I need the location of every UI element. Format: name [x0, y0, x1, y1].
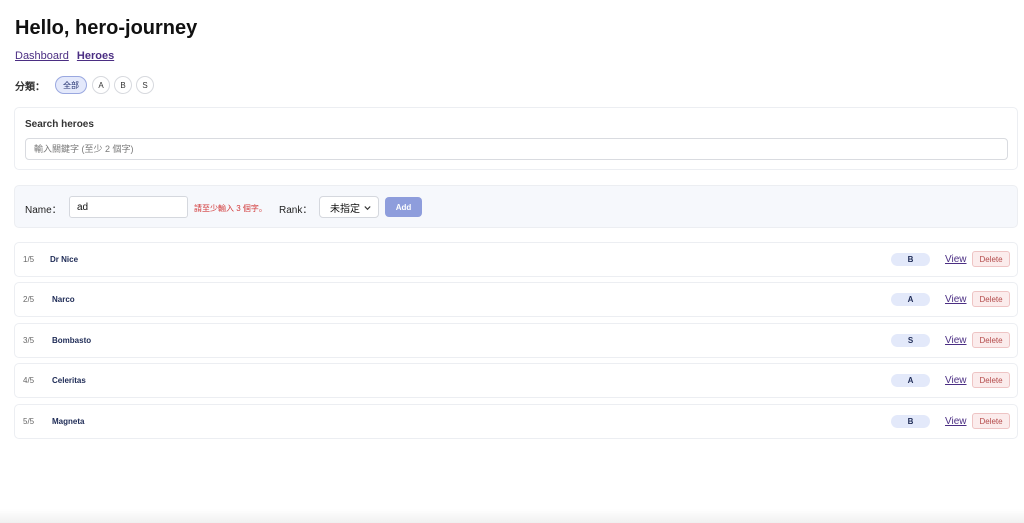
hero-row: 4/5 Celeritas A View Delete [14, 363, 1018, 398]
hero-row: 2/5 Narco A View Delete [14, 282, 1018, 317]
delete-button[interactable]: Delete [972, 372, 1010, 388]
hero-name: Celeritas [52, 376, 86, 385]
filter-chip-s[interactable]: S [136, 76, 154, 94]
view-link[interactable]: View [945, 335, 967, 346]
search-label: Search heroes [25, 119, 94, 130]
hero-name: Dr Nice [50, 255, 79, 264]
name-input[interactable] [69, 196, 188, 218]
hero-name: Magneta [52, 417, 85, 426]
hero-index: 1/5 [23, 255, 35, 264]
hero-name: Bombasto [52, 336, 92, 345]
search-input[interactable] [25, 138, 1008, 160]
view-link[interactable]: View [945, 375, 967, 386]
hero-row: 5/5 Magneta B View Delete [14, 404, 1018, 439]
hero-row: 3/5 Bombasto S View Delete [14, 323, 1018, 358]
filter-chip-a[interactable]: A [92, 76, 110, 94]
hero-index: 5/5 [23, 417, 35, 426]
hero-index: 2/5 [23, 295, 35, 304]
view-link[interactable]: View [945, 416, 967, 427]
rank-filter: 分類： 全部 A B S [15, 76, 158, 94]
rank-badge: S [891, 334, 930, 347]
rank-badge: B [891, 415, 930, 428]
hero-index: 3/5 [23, 336, 35, 345]
rank-badge: A [891, 293, 930, 306]
page-title: Hello, hero-journey [15, 17, 198, 39]
rank-badge: B [891, 253, 930, 266]
add-button[interactable]: Add [385, 197, 422, 217]
delete-button[interactable]: Delete [972, 291, 1010, 307]
hero-row: 1/5 Dr Nice B View Delete [14, 242, 1018, 277]
nav-link-heroes[interactable]: Heroes [77, 50, 114, 62]
view-link[interactable]: View [945, 254, 967, 265]
view-link[interactable]: View [945, 294, 967, 305]
rank-badge: A [891, 374, 930, 387]
search-card: Search heroes [14, 107, 1018, 170]
add-hero-form: Name： 請至少輸入 3 個字。 Rank： 未指定 Add [14, 185, 1018, 228]
nav-link-dashboard[interactable]: Dashboard [15, 50, 69, 62]
hero-name: Narco [52, 295, 75, 304]
hero-index: 4/5 [23, 376, 35, 385]
delete-button[interactable]: Delete [972, 251, 1010, 267]
rank-select[interactable]: 未指定 [319, 196, 379, 218]
filter-label: 分類： [15, 81, 45, 93]
delete-button[interactable]: Delete [972, 413, 1010, 429]
filter-chip-all[interactable]: 全部 [55, 76, 87, 94]
name-label: Name： [25, 205, 62, 216]
delete-button[interactable]: Delete [972, 332, 1010, 348]
chevron-down-icon [364, 206, 371, 211]
rank-label: Rank： [279, 205, 313, 216]
name-error-message: 請至少輸入 3 個字。 [194, 204, 267, 213]
rank-select-value: 未指定 [330, 203, 360, 215]
filter-chip-b[interactable]: B [114, 76, 132, 94]
page-bottom-shadow [0, 509, 1024, 523]
main-nav: Dashboard Heroes [15, 50, 119, 63]
